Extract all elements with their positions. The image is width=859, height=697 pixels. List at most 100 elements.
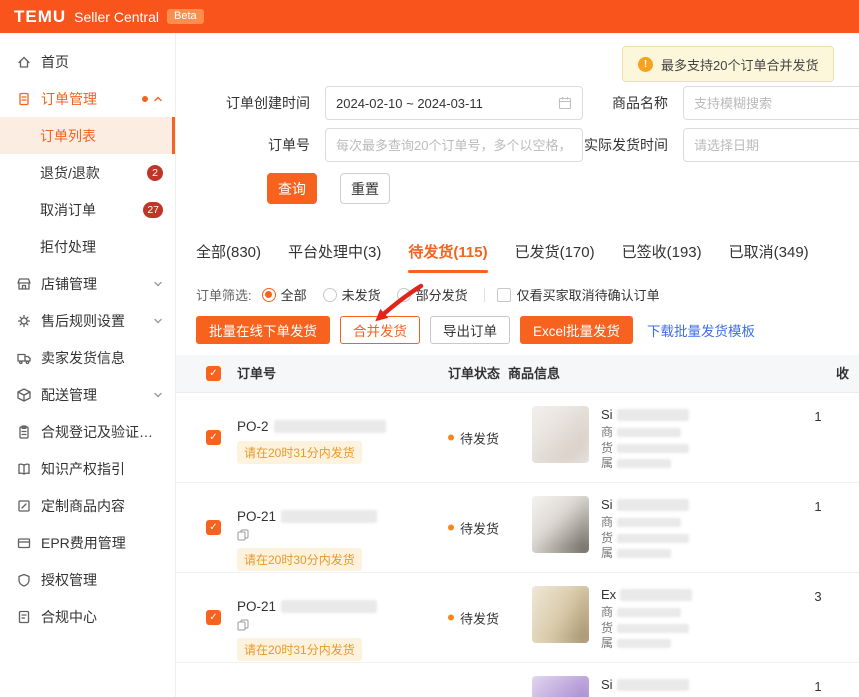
radio-label: 部分发货 <box>416 285 468 304</box>
sidebar-item-label: 卖家发货信息 <box>41 348 125 368</box>
sidebar-item-compliance-questionnaire[interactable]: 合规登记及验证问卷 <box>0 413 175 450</box>
radio-icon <box>323 288 337 302</box>
sidebar: 首页 订单管理 订单列表 退货/退款 2 取消订单 27 拒付处理 <box>0 33 176 697</box>
batch-online-ship-button[interactable]: 批量在线下单发货 <box>196 316 330 344</box>
sidebar-item-label: 售后规则设置 <box>41 311 125 331</box>
radio-not-shipped[interactable]: 未发货 <box>323 285 381 304</box>
row-checkbox[interactable]: ✓ <box>206 610 221 625</box>
tab-pending-shipment[interactable]: 待发货(115) <box>408 241 487 273</box>
copy-icon[interactable] <box>237 619 249 631</box>
main-content: ! 最多支持20个订单合并发货 订单创建时间 2024-02-10 ~ 2024… <box>176 33 859 697</box>
redacted-text <box>281 600 377 613</box>
product-title: Si <box>601 406 613 423</box>
status-cell: 待发货 <box>448 608 499 627</box>
order-filter-label: 订单筛选: <box>196 285 252 304</box>
sidebar-item-label: 定制商品内容 <box>41 496 125 516</box>
sidebar-item-home[interactable]: 首页 <box>0 43 175 80</box>
sidebar-item-label: 首页 <box>41 52 69 72</box>
merge-ship-button[interactable]: 合并发货 <box>340 316 420 344</box>
redacted-text <box>617 624 689 633</box>
product-attr: 货 <box>601 621 613 637</box>
tab-cancelled[interactable]: 已取消(349) <box>729 241 809 273</box>
creation-time-input[interactable]: 2024-02-10 ~ 2024-03-11 <box>325 86 583 120</box>
sidebar-item-label: 授权管理 <box>41 570 97 590</box>
sidebar-item-chargeback[interactable]: 拒付处理 <box>0 228 175 265</box>
shield-icon <box>16 572 32 588</box>
radio-icon <box>397 288 411 302</box>
ship-deadline: 请在20时30分内发货 <box>237 548 362 571</box>
sidebar-item-aftersales-rules[interactable]: 售后规则设置 <box>0 302 175 339</box>
sidebar-item-compliance-center[interactable]: 合规中心 <box>0 598 175 635</box>
store-icon <box>16 276 32 292</box>
radio-all[interactable]: 全部 <box>262 285 307 304</box>
tab-label: 已取消(349) <box>729 244 809 261</box>
sidebar-item-order-list[interactable]: 订单列表 <box>0 117 175 154</box>
sidebar-item-label: EPR费用管理 <box>41 533 126 553</box>
product-image <box>532 676 589 697</box>
row-checkbox[interactable]: ✓ <box>206 430 221 445</box>
product-attr: 商 <box>601 515 613 531</box>
status-cell: 待发货 <box>448 428 499 447</box>
sidebar-item-returns-refunds[interactable]: 退货/退款 2 <box>0 154 175 191</box>
table-row: Si 1 <box>176 663 859 697</box>
copy-icon[interactable] <box>237 529 249 541</box>
ship-deadline: 请在20时31分内发货 <box>237 638 362 661</box>
tab-all[interactable]: 全部(830) <box>196 241 261 273</box>
sidebar-item-cancel-orders[interactable]: 取消订单 27 <box>0 191 175 228</box>
tab-platform-processing[interactable]: 平台处理中(3) <box>288 241 381 273</box>
chevron-down-icon <box>153 279 163 289</box>
order-number: PO-2 <box>237 419 269 434</box>
tab-label: 已发货(170) <box>515 244 595 261</box>
sidebar-item-label: 店铺管理 <box>41 274 97 294</box>
redacted-text <box>617 639 671 648</box>
ship-time-input[interactable] <box>683 128 859 162</box>
sidebar-item-delivery-management[interactable]: 配送管理 <box>0 376 175 413</box>
quantity: 1 <box>806 679 830 694</box>
search-button[interactable]: 查询 <box>267 173 317 204</box>
redacted-text <box>281 510 377 523</box>
chevron-up-icon <box>153 94 163 104</box>
sidebar-item-custom-product[interactable]: 定制商品内容 <box>0 487 175 524</box>
excel-batch-ship-button[interactable]: Excel批量发货 <box>520 316 633 344</box>
tab-signed[interactable]: 已签收(193) <box>622 241 702 273</box>
reset-button[interactable]: 重置 <box>340 173 390 204</box>
table-header: ✓ 订单号 订单状态 商品信息 收 <box>176 355 859 393</box>
redacted-text <box>620 589 692 601</box>
sidebar-item-order-management[interactable]: 订单管理 <box>0 80 175 117</box>
col-product: 商品信息 <box>508 355 560 393</box>
product-cell: Si 商 货 属 <box>532 496 689 562</box>
sidebar-item-store-management[interactable]: 店铺管理 <box>0 265 175 302</box>
quantity: 1 <box>806 499 830 514</box>
tab-shipped[interactable]: 已发货(170) <box>515 241 595 273</box>
clipboard-icon <box>16 424 32 440</box>
redacted-text <box>617 499 689 511</box>
quantity: 3 <box>806 589 830 604</box>
export-orders-button[interactable]: 导出订单 <box>430 316 510 344</box>
product-cell: Ex 商 货 属 <box>532 586 692 652</box>
tab-label: 平台处理中(3) <box>288 244 381 261</box>
sidebar-item-ip-guidelines[interactable]: 知识产权指引 <box>0 450 175 487</box>
buyer-cancel-checkbox[interactable] <box>497 288 511 302</box>
creation-time-label: 订单创建时间 <box>176 86 310 120</box>
order-no-input[interactable] <box>325 128 583 162</box>
col-order-no: 订单号 <box>237 355 276 393</box>
row-checkbox[interactable]: ✓ <box>206 520 221 535</box>
tab-label: 待发货(115) <box>408 244 487 261</box>
aftersales-rules-icon <box>16 313 32 329</box>
sidebar-item-authorization[interactable]: 授权管理 <box>0 561 175 598</box>
action-buttons: 批量在线下单发货 合并发货 导出订单 Excel批量发货 下载批量发货模板 <box>196 316 755 344</box>
download-template-link[interactable]: 下载批量发货模板 <box>647 320 755 340</box>
order-number: PO-21 <box>237 599 276 614</box>
sidebar-item-epr-fees[interactable]: EPR费用管理 <box>0 524 175 561</box>
select-all-checkbox[interactable]: ✓ <box>206 366 221 381</box>
status-dot <box>448 525 454 531</box>
product-attr: 商 <box>601 425 613 441</box>
sidebar-item-seller-shipping-info[interactable]: 卖家发货信息 <box>0 339 175 376</box>
redacted-text <box>617 518 681 527</box>
order-cell: PO-2 请在20时31分内发货 <box>237 419 437 464</box>
quantity: 1 <box>806 409 830 424</box>
product-name-input[interactable] <box>683 86 859 120</box>
divider <box>484 288 485 302</box>
redacted-text <box>617 444 689 453</box>
radio-partially-shipped[interactable]: 部分发货 <box>397 285 468 304</box>
